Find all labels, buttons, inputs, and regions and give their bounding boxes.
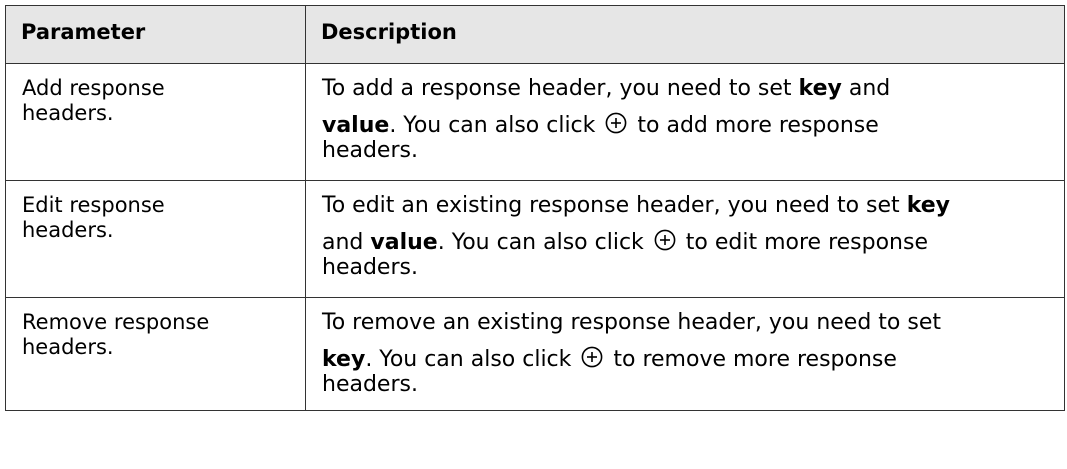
description-text: and [322, 230, 371, 255]
description-cell: To edit an existing response header, you… [305, 180, 1065, 298]
parameter-cell: Add response headers. [5, 63, 306, 181]
description-text: . You can also click [437, 230, 651, 255]
description-line: headers. [322, 255, 418, 280]
header-parameter-label: Parameter [21, 20, 146, 44]
keyword-value: value [370, 230, 438, 255]
parameter-line: Add response [22, 76, 165, 100]
table-header-row: Parameter Description [5, 5, 1065, 64]
description-line: and value. You can also click to edit mo… [322, 229, 1056, 255]
description-line: To edit an existing response header, you… [322, 193, 1056, 218]
description-cell: To remove an existing response header, y… [305, 297, 1065, 411]
description-line: headers. [322, 138, 418, 163]
parameter-line: Edit response [22, 193, 165, 217]
description-text: To edit an existing response header, you… [322, 193, 907, 218]
table-row: Remove response headers. To remove an ex… [5, 297, 1065, 411]
keyword-key: key [798, 76, 842, 101]
parameter-line: Remove response [22, 310, 210, 334]
description-text: to remove more response [606, 347, 897, 372]
header-description: Description [305, 5, 1065, 64]
description-text: . You can also click [389, 113, 603, 138]
description-line: To add a response header, you need to se… [322, 76, 1056, 101]
description-line: value. You can also click to add more re… [322, 112, 1056, 138]
plus-circle-icon [581, 346, 603, 368]
plus-circle-icon [654, 229, 676, 251]
parameter-line: headers. [22, 335, 114, 359]
plus-circle-icon [605, 112, 627, 134]
parameter-table: Parameter Description Add response heade… [5, 5, 1065, 411]
description-text: and [841, 76, 891, 101]
description-text: . You can also click [365, 347, 579, 372]
header-description-label: Description [321, 20, 457, 44]
table-row: Add response headers. To add a response … [5, 63, 1065, 181]
description-text: To add a response header, you need to se… [322, 76, 799, 101]
parameter-cell: Remove response headers. [5, 297, 306, 411]
description-line: key. You can also click to remove more r… [322, 346, 1056, 372]
keyword-key: key [906, 193, 950, 218]
description-line: headers. [322, 372, 418, 397]
description-line: To remove an existing response header, y… [322, 310, 941, 335]
parameter-cell: Edit response headers. [5, 180, 306, 298]
description-text: to add more response [630, 113, 879, 138]
header-parameter: Parameter [5, 5, 306, 64]
table-row: Edit response headers. To edit an existi… [5, 180, 1065, 298]
parameter-line: headers. [22, 101, 114, 125]
parameter-line: headers. [22, 218, 114, 242]
keyword-value: value [322, 113, 390, 138]
description-cell: To add a response header, you need to se… [305, 63, 1065, 181]
keyword-key: key [322, 347, 366, 372]
description-text: to edit more response [678, 230, 928, 255]
